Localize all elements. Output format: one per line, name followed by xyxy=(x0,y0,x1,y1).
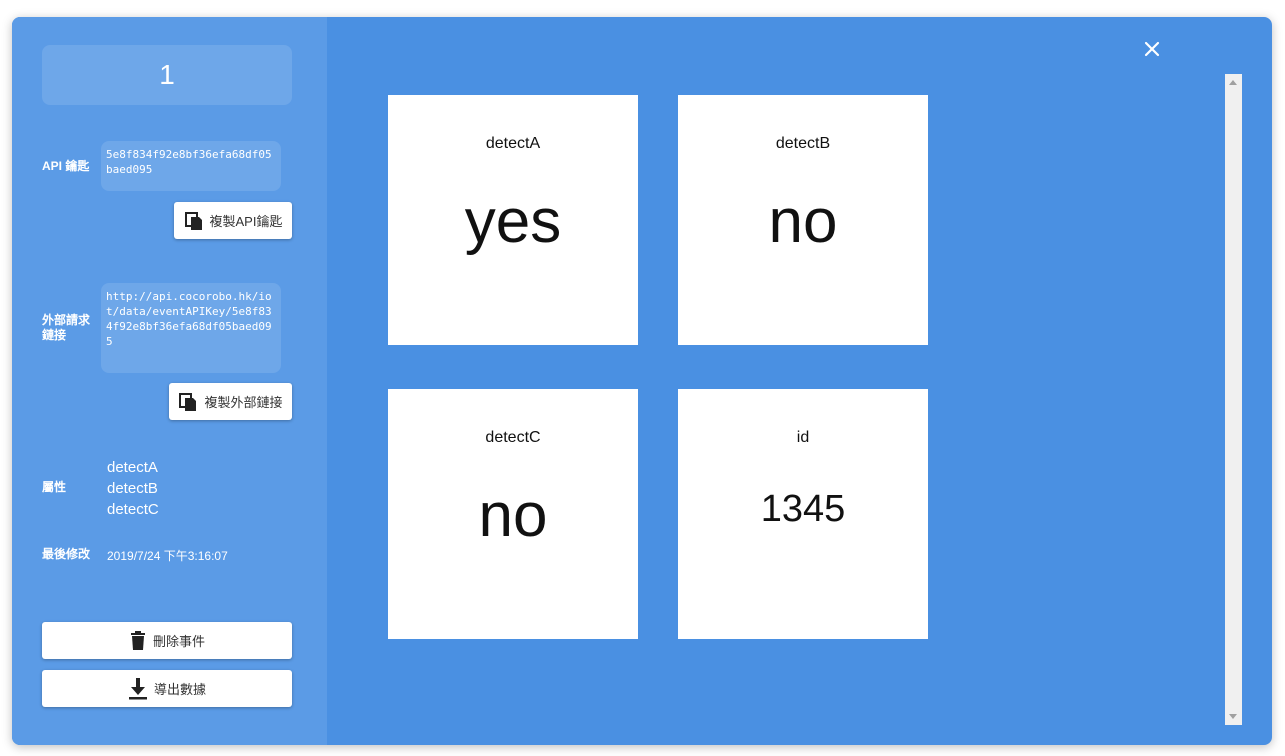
close-button[interactable] xyxy=(1142,39,1162,59)
delete-event-button[interactable]: 刪除事件 xyxy=(42,622,292,659)
copy-external-url-label: 複製外部鏈接 xyxy=(204,395,283,410)
attribute-item: detectA xyxy=(107,459,158,476)
close-icon xyxy=(1144,41,1160,57)
api-key-label: API 鑰匙 xyxy=(42,159,90,173)
card-value: no xyxy=(768,187,838,256)
last-modified-label: 最後修改 xyxy=(42,547,91,561)
data-card-id: id 1345 xyxy=(678,389,928,639)
scroll-down-arrow-icon[interactable] xyxy=(1229,714,1237,719)
copy-icon xyxy=(184,211,202,230)
trash-icon xyxy=(130,630,145,650)
external-url-label: 外部請求鏈接 xyxy=(42,313,91,342)
copy-api-key-label: 複製API鑰匙 xyxy=(209,214,283,229)
export-data-button[interactable]: 導出數據 xyxy=(42,670,292,707)
data-card-detectb: detectB no xyxy=(678,95,928,345)
attributes-list: detectA detectB detectC xyxy=(107,457,159,520)
api-key-field[interactable]: 5e8f834f92e8bf36efa68df05baed095 xyxy=(101,141,281,191)
copy-api-key-button[interactable]: 複製API鑰匙 xyxy=(174,202,292,239)
data-card-detecta: detectA yes xyxy=(388,95,638,345)
card-value: 1345 xyxy=(760,488,846,530)
attribute-item: detectB xyxy=(107,480,158,497)
card-title: detectB xyxy=(775,135,831,152)
copy-icon xyxy=(179,392,197,411)
attribute-item: detectC xyxy=(107,501,159,518)
last-modified-value: 2019/7/24 下午3:16:07 xyxy=(107,549,228,563)
external-url-field[interactable]: http://api.cocorobo.hk/iot/data/eventAPI… xyxy=(101,283,281,373)
card-title: detectC xyxy=(485,429,541,446)
export-data-label: 導出數據 xyxy=(153,682,206,697)
download-icon xyxy=(128,677,147,699)
data-card-detectc: detectC no xyxy=(388,389,638,639)
event-id-display: 1 xyxy=(42,45,292,105)
event-sidebar: 1 API 鑰匙 5e8f834f92e8bf36efa68df05baed09… xyxy=(12,17,327,745)
scroll-up-arrow-icon[interactable] xyxy=(1229,80,1237,85)
card-title: id xyxy=(796,429,810,446)
delete-event-label: 刪除事件 xyxy=(152,634,205,649)
card-value: yes xyxy=(464,187,562,256)
event-detail-modal: 1 API 鑰匙 5e8f834f92e8bf36efa68df05baed09… xyxy=(12,17,1272,745)
copy-external-url-button[interactable]: 複製外部鏈接 xyxy=(169,383,292,420)
attributes-label: 屬性 xyxy=(42,480,67,494)
card-value: no xyxy=(478,481,548,550)
card-title: detectA xyxy=(485,135,541,152)
vertical-scrollbar[interactable] xyxy=(1225,74,1242,725)
